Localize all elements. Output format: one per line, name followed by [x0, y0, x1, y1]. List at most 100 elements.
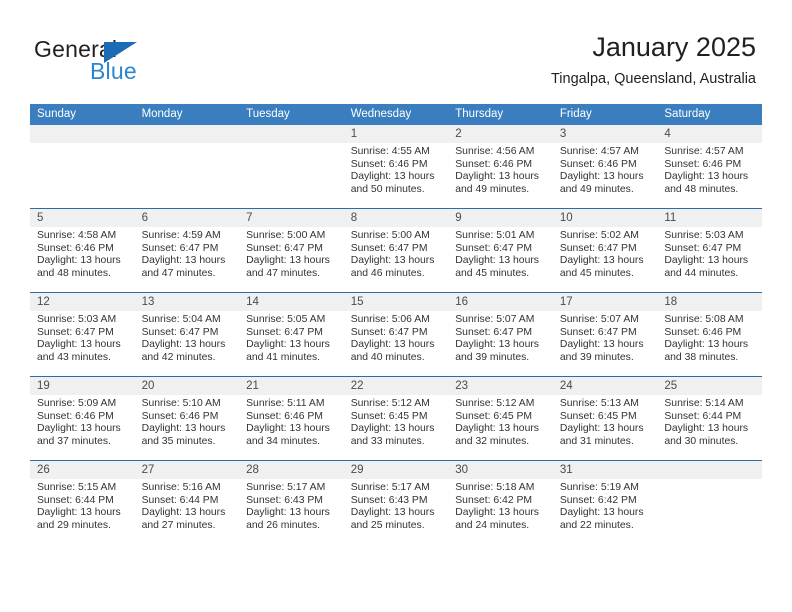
calendar-day-cell[interactable]: 3 Sunrise: 4:57 AM Sunset: 6:46 PM Daylight… [552, 125, 658, 209]
calendar-day-cell[interactable]: 30 Sunrise: 5:18 AM Sunset: 6:42 PM Dayligh… [448, 460, 553, 544]
day-detail-sunrise: Sunrise: 5:13 AM [559, 398, 639, 409]
day-detail-sunrise: Sunrise: 5:15 AM [37, 482, 117, 493]
calendar-day-cell[interactable]: 24 Sunrise: 5:13 AM Sunset: 6:45 PM Dayligh… [552, 376, 658, 461]
day-details: Sunrise: 5:01 AM Sunset: 6:47 PM Daylight:… [448, 227, 553, 280]
title-block: January 2025 Tingalpa, Queensland, Austr… [551, 30, 756, 89]
day-detail-daylight1: Daylight: 13 hours [37, 339, 121, 351]
calendar-day-cell[interactable]: 11 Sunrise: 5:03 AM Sunset: 6:47 PM Dayligh… [657, 208, 762, 293]
calendar-day-cell[interactable]: 19 Sunrise: 5:09 AM Sunset: 6:46 PM Dayligh… [30, 376, 135, 461]
calendar-day-cell[interactable]: 12 Sunrise: 5:03 AM Sunset: 6:47 PM Dayligh… [30, 292, 135, 377]
day-details: Sunrise: 5:19 AM Sunset: 6:42 PM Daylight:… [553, 479, 658, 532]
day-number: 30 [448, 461, 553, 479]
day-box: 26 Sunrise: 5:15 AM Sunset: 6:44 PM Dayligh… [30, 461, 135, 544]
day-number: 2 [448, 125, 553, 143]
calendar-week-row: 12 Sunrise: 5:03 AM Sunset: 6:47 PM Dayligh… [30, 292, 762, 377]
day-detail-sunrise: Sunrise: 4:58 AM [37, 230, 117, 241]
day-detail-daylight1: Daylight: 13 hours [559, 339, 644, 351]
calendar-day-cell[interactable]: 25 Sunrise: 5:14 AM Sunset: 6:44 PM Dayligh… [657, 376, 762, 461]
day-detail-daylight1: Daylight: 13 hours [37, 507, 121, 519]
day-detail-daylight2: and 39 minutes. [559, 351, 634, 363]
weekday-header-sunday: Sunday [30, 104, 135, 125]
day-detail-sunrise: Sunrise: 5:03 AM [37, 314, 117, 325]
day-details: Sunrise: 5:16 AM Sunset: 6:44 PM Daylight:… [135, 479, 240, 532]
day-details: Sunrise: 5:14 AM Sunset: 6:44 PM Daylight:… [657, 395, 762, 448]
day-box: 6 Sunrise: 4:59 AM Sunset: 6:47 PM Daylight… [134, 209, 240, 292]
calendar-day-cell[interactable]: 22 Sunrise: 5:12 AM Sunset: 6:45 PM Dayligh… [343, 376, 449, 461]
day-detail-sunrise: Sunrise: 5:12 AM [350, 398, 430, 409]
weekday-header-tuesday: Tuesday [239, 104, 344, 125]
day-detail-sunrise: Sunrise: 5:10 AM [141, 398, 221, 409]
day-box: 28 Sunrise: 5:17 AM Sunset: 6:43 PM Dayligh… [239, 461, 344, 544]
calendar-day-cell[interactable]: 2 Sunrise: 4:56 AM Sunset: 6:46 PM Daylight… [448, 125, 553, 209]
day-detail-sunset: Sunset: 6:47 PM [455, 242, 533, 254]
day-number: 19 [30, 377, 135, 395]
day-detail-daylight2: and 48 minutes. [664, 183, 739, 195]
calendar-day-cell[interactable]: 18 Sunrise: 5:08 AM Sunset: 6:46 PM Dayligh… [657, 292, 762, 377]
day-number: 26 [30, 461, 135, 479]
calendar-page: General Blue January 2025 Tingalpa, Quee… [0, 0, 792, 612]
day-box: 11 Sunrise: 5:03 AM Sunset: 6:47 PM Dayligh… [657, 209, 762, 292]
calendar-day-cell[interactable]: 8 Sunrise: 5:00 AM Sunset: 6:47 PM Daylight… [343, 208, 449, 293]
day-detail-daylight2: and 49 minutes. [559, 183, 634, 195]
day-details: Sunrise: 5:07 AM Sunset: 6:47 PM Daylight:… [553, 311, 658, 364]
day-box: 18 Sunrise: 5:08 AM Sunset: 6:46 PM Dayligh… [657, 293, 762, 376]
calendar-day-cell[interactable]: 26 Sunrise: 5:15 AM Sunset: 6:44 PM Dayligh… [30, 460, 135, 544]
calendar-day-cell[interactable]: 6 Sunrise: 4:59 AM Sunset: 6:47 PM Daylight… [134, 208, 240, 293]
day-detail-daylight1: Daylight: 13 hours [455, 507, 539, 519]
weekday-header-saturday: Saturday [657, 104, 762, 125]
calendar-day-cell[interactable]: 14 Sunrise: 5:05 AM Sunset: 6:47 PM Dayligh… [239, 292, 344, 377]
day-detail-daylight2: and 27 minutes. [141, 519, 216, 531]
day-details: Sunrise: 5:07 AM Sunset: 6:47 PM Daylight:… [448, 311, 553, 364]
calendar-day-cell[interactable]: 27 Sunrise: 5:16 AM Sunset: 6:44 PM Dayligh… [134, 460, 240, 544]
day-details: Sunrise: 4:57 AM Sunset: 6:46 PM Daylight:… [657, 143, 762, 196]
day-detail-sunrise: Sunrise: 5:18 AM [455, 482, 535, 493]
calendar-day-cell[interactable]: 7 Sunrise: 5:00 AM Sunset: 6:47 PM Daylight… [239, 208, 344, 293]
day-detail-sunrise: Sunrise: 5:00 AM [246, 230, 326, 241]
day-details: Sunrise: 5:00 AM Sunset: 6:47 PM Daylight:… [239, 227, 344, 280]
day-detail-daylight1: Daylight: 13 hours [37, 255, 121, 267]
calendar-day-cell[interactable]: 9 Sunrise: 5:01 AM Sunset: 6:47 PM Daylight… [448, 208, 553, 293]
day-detail-daylight1: Daylight: 13 hours [664, 255, 749, 267]
day-detail-sunset: Sunset: 6:47 PM [455, 326, 533, 338]
day-detail-sunset: Sunset: 6:47 PM [37, 326, 114, 338]
calendar-day-cell[interactable]: 13 Sunrise: 5:04 AM Sunset: 6:47 PM Dayligh… [134, 292, 240, 377]
day-detail-sunset: Sunset: 6:43 PM [350, 494, 428, 506]
day-number: 10 [552, 209, 658, 227]
day-detail-daylight2: and 47 minutes. [246, 267, 321, 279]
weekday-header-thursday: Thursday [448, 104, 553, 125]
day-number: 24 [552, 377, 658, 395]
day-number: 6 [134, 209, 240, 227]
calendar-day-cell[interactable]: 29 Sunrise: 5:17 AM Sunset: 6:43 PM Dayligh… [343, 460, 449, 544]
calendar-day-cell[interactable]: 21 Sunrise: 5:11 AM Sunset: 6:46 PM Dayligh… [239, 376, 344, 461]
calendar-day-cell[interactable]: 20 Sunrise: 5:10 AM Sunset: 6:46 PM Dayligh… [134, 376, 240, 461]
calendar-day-cell[interactable]: 5 Sunrise: 4:58 AM Sunset: 6:46 PM Daylight… [30, 208, 135, 293]
day-detail-sunset: Sunset: 6:45 PM [455, 410, 533, 422]
calendar-day-cell[interactable]: 31 Sunrise: 5:19 AM Sunset: 6:42 PM Dayligh… [552, 460, 658, 544]
calendar-day-cell[interactable]: 1 Sunrise: 4:55 AM Sunset: 6:46 PM Daylight… [343, 125, 449, 209]
calendar-day-cell[interactable]: 28 Sunrise: 5:17 AM Sunset: 6:43 PM Dayligh… [239, 460, 344, 544]
calendar-day-cell[interactable]: 16 Sunrise: 5:07 AM Sunset: 6:47 PM Dayligh… [448, 292, 553, 377]
day-box: 27 Sunrise: 5:16 AM Sunset: 6:44 PM Dayligh… [134, 461, 240, 544]
day-number [134, 125, 240, 143]
calendar-day-cell[interactable]: 10 Sunrise: 5:02 AM Sunset: 6:47 PM Dayligh… [552, 208, 658, 293]
day-detail-sunset: Sunset: 6:47 PM [141, 326, 219, 338]
day-detail-sunrise: Sunrise: 5:05 AM [246, 314, 326, 325]
day-box [134, 125, 240, 208]
day-number [30, 125, 135, 143]
calendar-day-cell[interactable]: 4 Sunrise: 4:57 AM Sunset: 6:46 PM Daylight… [657, 125, 762, 209]
day-box: 25 Sunrise: 5:14 AM Sunset: 6:44 PM Dayligh… [657, 377, 762, 460]
calendar-day-cell[interactable]: 17 Sunrise: 5:07 AM Sunset: 6:47 PM Dayligh… [552, 292, 658, 377]
calendar-day-cell[interactable]: 23 Sunrise: 5:12 AM Sunset: 6:45 PM Dayligh… [448, 376, 553, 461]
calendar-day-cell[interactable]: 15 Sunrise: 5:06 AM Sunset: 6:47 PM Dayligh… [343, 292, 449, 377]
day-detail-daylight2: and 33 minutes. [350, 435, 425, 447]
day-detail-sunset: Sunset: 6:45 PM [559, 410, 637, 422]
day-number: 27 [134, 461, 240, 479]
day-box: 3 Sunrise: 4:57 AM Sunset: 6:46 PM Daylight… [552, 125, 658, 208]
day-detail-daylight2: and 22 minutes. [559, 519, 634, 531]
day-box: 17 Sunrise: 5:07 AM Sunset: 6:47 PM Dayligh… [552, 293, 658, 376]
day-box: 14 Sunrise: 5:05 AM Sunset: 6:47 PM Dayligh… [239, 293, 344, 376]
general-blue-logo[interactable]: General Blue [34, 36, 214, 88]
day-detail-sunset: Sunset: 6:46 PM [246, 410, 323, 422]
weekday-header-row: Sunday Monday Tuesday Wednesday Thursday… [30, 104, 762, 125]
calendar-table: Sunday Monday Tuesday Wednesday Thursday… [30, 104, 762, 544]
